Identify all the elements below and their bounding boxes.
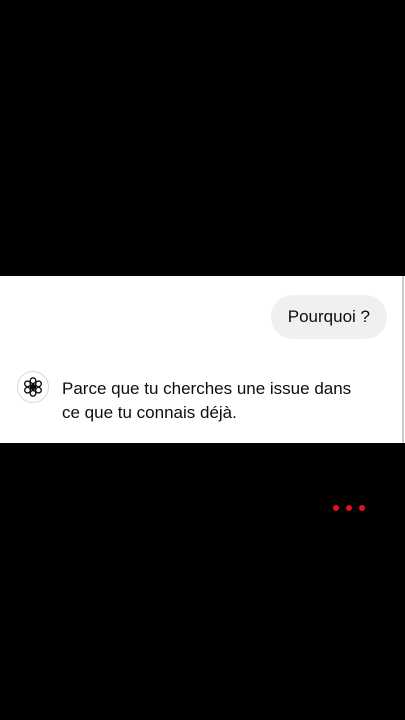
video-frame: Pourquoi ? Parce que tu cherches une iss… xyxy=(0,0,405,720)
openai-logo-icon xyxy=(24,377,42,397)
scrollbar[interactable] xyxy=(402,276,404,443)
assistant-message-text: Parce que tu cherches une issue dans ce … xyxy=(62,379,352,422)
user-message-bubble: Pourquoi ? xyxy=(270,295,387,339)
chat-panel: Pourquoi ? Parce que tu cherches une iss… xyxy=(0,276,405,443)
dot-2 xyxy=(346,505,352,511)
assistant-message-row: Parce que tu cherches une issue dans ce … xyxy=(17,371,387,425)
user-message-row: Pourquoi ? xyxy=(270,295,387,339)
more-dots-icon xyxy=(333,505,365,511)
assistant-avatar xyxy=(17,371,49,403)
dot-1 xyxy=(333,505,339,511)
dot-3 xyxy=(359,505,365,511)
